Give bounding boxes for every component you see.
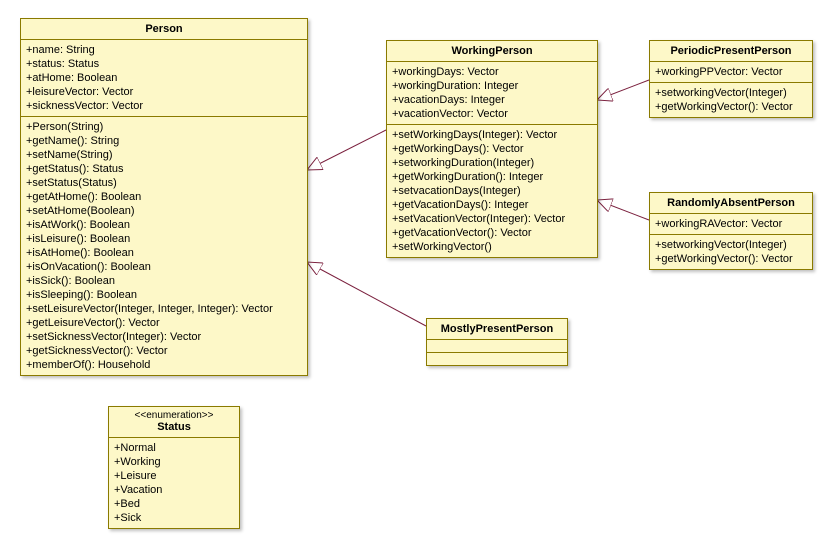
class-mostly-present-person-title: MostlyPresentPerson <box>427 319 567 340</box>
attr-line: +vacationVector: Vector <box>392 107 592 121</box>
op-line: +setName(String) <box>26 148 302 162</box>
attr-line: +name: String <box>26 43 302 57</box>
op-line: +setVacationVector(Integer): Vector <box>392 212 592 226</box>
literal-line: +Leisure <box>114 469 234 483</box>
enum-status-literals: +Normal +Working +Leisure +Vacation +Bed… <box>109 438 239 528</box>
class-mostly-present-person-attrs <box>427 340 567 353</box>
op-line: +setWorkingDays(Integer): Vector <box>392 128 592 142</box>
class-person: Person +name: String +status: Status +at… <box>20 18 308 376</box>
enum-status: <<enumeration>> Status +Normal +Working … <box>108 406 240 529</box>
class-working-person-attrs: +workingDays: Vector +workingDuration: I… <box>387 62 597 125</box>
attr-line: +leisureVector: Vector <box>26 85 302 99</box>
enum-status-stereotype: <<enumeration>> <box>109 407 239 421</box>
attr-line: +workingRAVector: Vector <box>655 217 807 231</box>
op-line: +memberOf(): Household <box>26 358 302 372</box>
op-line: +isAtWork(): Boolean <box>26 218 302 232</box>
attr-line: +workingDays: Vector <box>392 65 592 79</box>
class-person-ops: +Person(String) +getName(): String +setN… <box>21 117 307 375</box>
op-line: +getWorkingVector(): Vector <box>655 252 807 266</box>
literal-line: +Normal <box>114 441 234 455</box>
op-line: +setSicknessVector(Integer): Vector <box>26 330 302 344</box>
class-randomly-absent-person-attrs: +workingRAVector: Vector <box>650 214 812 235</box>
class-periodic-present-person-title: PeriodicPresentPerson <box>650 41 812 62</box>
literal-line: +Sick <box>114 511 234 525</box>
op-line: +isSick(): Boolean <box>26 274 302 288</box>
op-line: +getSicknessVector(): Vector <box>26 344 302 358</box>
class-working-person: WorkingPerson +workingDays: Vector +work… <box>386 40 598 258</box>
class-periodic-present-person: PeriodicPresentPerson +workingPPVector: … <box>649 40 813 118</box>
op-line: +isLeisure(): Boolean <box>26 232 302 246</box>
attr-line: +workingDuration: Integer <box>392 79 592 93</box>
op-line: +setworkingVector(Integer) <box>655 238 807 252</box>
class-randomly-absent-person-title: RandomlyAbsentPerson <box>650 193 812 214</box>
op-line: +setLeisureVector(Integer, Integer, Inte… <box>26 302 302 316</box>
class-randomly-absent-person: RandomlyAbsentPerson +workingRAVector: V… <box>649 192 813 270</box>
attr-line: +status: Status <box>26 57 302 71</box>
op-line: +getVacationVector(): Vector <box>392 226 592 240</box>
op-line: +getAtHome(): Boolean <box>26 190 302 204</box>
attr-line: +workingPPVector: Vector <box>655 65 807 79</box>
op-line: +setAtHome(Boolean) <box>26 204 302 218</box>
class-person-attrs: +name: String +status: Status +atHome: B… <box>21 40 307 117</box>
class-working-person-title: WorkingPerson <box>387 41 597 62</box>
enum-status-header: <<enumeration>> Status <box>109 407 239 438</box>
op-line: +isOnVacation(): Boolean <box>26 260 302 274</box>
class-randomly-absent-person-ops: +setworkingVector(Integer) +getWorkingVe… <box>650 235 812 269</box>
op-line: +getWorkingVector(): Vector <box>655 100 807 114</box>
literal-line: +Vacation <box>114 483 234 497</box>
op-line: +getStatus(): Status <box>26 162 302 176</box>
op-line: +getVacationDays(): Integer <box>392 198 592 212</box>
op-line: +setworkingDuration(Integer) <box>392 156 592 170</box>
op-line: +isSleeping(): Boolean <box>26 288 302 302</box>
class-person-title: Person <box>21 19 307 40</box>
op-line: +getWorkingDays(): Vector <box>392 142 592 156</box>
literal-line: +Working <box>114 455 234 469</box>
op-line: +getName(): String <box>26 134 302 148</box>
op-line: +setStatus(Status) <box>26 176 302 190</box>
attr-line: +vacationDays: Integer <box>392 93 592 107</box>
op-line: +Person(String) <box>26 120 302 134</box>
class-mostly-present-person-ops <box>427 353 567 365</box>
attr-line: +atHome: Boolean <box>26 71 302 85</box>
class-periodic-present-person-ops: +setworkingVector(Integer) +getWorkingVe… <box>650 83 812 117</box>
enum-status-title: Status <box>109 421 239 437</box>
class-periodic-present-person-attrs: +workingPPVector: Vector <box>650 62 812 83</box>
op-line: +setWorkingVector() <box>392 240 592 254</box>
op-line: +setworkingVector(Integer) <box>655 86 807 100</box>
op-line: +isAtHome(): Boolean <box>26 246 302 260</box>
class-working-person-ops: +setWorkingDays(Integer): Vector +getWor… <box>387 125 597 257</box>
attr-line: +sicknessVector: Vector <box>26 99 302 113</box>
op-line: +getWorkingDuration(): Integer <box>392 170 592 184</box>
class-mostly-present-person: MostlyPresentPerson <box>426 318 568 366</box>
op-line: +getLeisureVector(): Vector <box>26 316 302 330</box>
literal-line: +Bed <box>114 497 234 511</box>
op-line: +setvacationDays(Integer) <box>392 184 592 198</box>
